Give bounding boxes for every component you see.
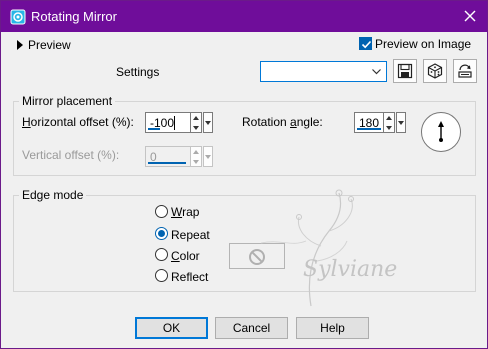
dialog-window: Rotating Mirror Preview Preview on Image… [0,0,488,349]
rotation-angle-slider-button[interactable] [396,112,406,133]
reset-button[interactable] [453,59,477,83]
horizontal-offset-spinner[interactable]: -100 [145,112,213,133]
close-icon [464,10,476,22]
horizontal-offset-slider-button[interactable] [203,112,213,133]
edge-mode-wrap-radio[interactable] [155,205,168,218]
rotation-angle-spinner[interactable]: 180 [354,112,422,133]
chevron-right-icon [17,40,23,50]
edge-mode-reflect-radio[interactable] [155,269,168,282]
settings-dropdown[interactable] [260,61,387,82]
title-bar[interactable]: Rotating Mirror [1,1,487,32]
horizontal-offset-up-down[interactable] [191,112,202,133]
rotation-angle-label: Rotation angle: [242,115,323,129]
dice-icon [427,63,443,79]
help-button[interactable]: Help [296,317,369,339]
edge-mode-reflect-label: Reflect [171,270,209,284]
chevron-down-icon [386,126,392,130]
chevron-down-icon [193,160,199,164]
chevron-down-icon [193,126,199,130]
text-caret [174,116,175,130]
save-preset-button[interactable] [393,59,417,83]
horizontal-offset-label: Horizontal offset (%): [22,115,134,129]
chevron-up-icon [193,116,199,120]
app-icon [10,9,26,25]
chevron-up-icon [386,116,392,120]
edge-mode-repeat-radio[interactable] [155,227,168,240]
rotation-angle-dial[interactable] [421,112,461,152]
edge-color-swatch [229,243,285,269]
rotation-angle-up-down[interactable] [384,112,395,133]
chevron-down-icon [372,69,381,75]
horizontal-offset-input[interactable]: -100 [145,112,191,133]
preview-label: Preview [28,38,71,52]
ok-button[interactable]: OK [135,317,208,339]
edge-mode-color-label: Color [171,249,200,263]
rotation-angle-input[interactable]: 180 [354,112,384,133]
vertical-offset-spinner: 0 [145,146,213,167]
reset-icon [458,64,472,78]
preview-on-image-checkbox[interactable] [359,37,372,50]
checkmark-icon [361,40,372,49]
settings-label: Settings [116,65,160,79]
vertical-offset-slider-button [203,146,213,167]
horizontal-offset-level-bar [148,128,160,130]
no-color-icon [249,249,265,265]
chevron-down-icon [205,121,211,125]
randomize-button[interactable] [423,59,447,83]
save-icon [397,63,413,79]
vertical-offset-input: 0 [145,146,191,167]
cancel-button[interactable]: Cancel [215,317,288,339]
preview-on-image-label: Preview on Image [375,37,472,51]
chevron-down-icon [398,121,404,125]
rotation-angle-level-bar [357,128,381,130]
window-title: Rotating Mirror [31,9,117,24]
chevron-up-icon [193,150,199,154]
vertical-offset-label: Vertical offset (%): [22,148,120,162]
edge-mode-repeat-label: Repeat [171,228,210,242]
mirror-placement-title: Mirror placement [19,94,116,108]
edge-mode-title: Edge mode [19,188,87,202]
edge-mode-wrap-label: Wrap [171,205,200,219]
angle-dial-icon [438,121,444,142]
chevron-down-icon [205,155,211,159]
close-button[interactable] [459,5,481,27]
vertical-offset-up-down [191,146,202,167]
vertical-offset-level-bar [148,162,186,164]
edge-mode-color-radio[interactable] [155,248,168,261]
